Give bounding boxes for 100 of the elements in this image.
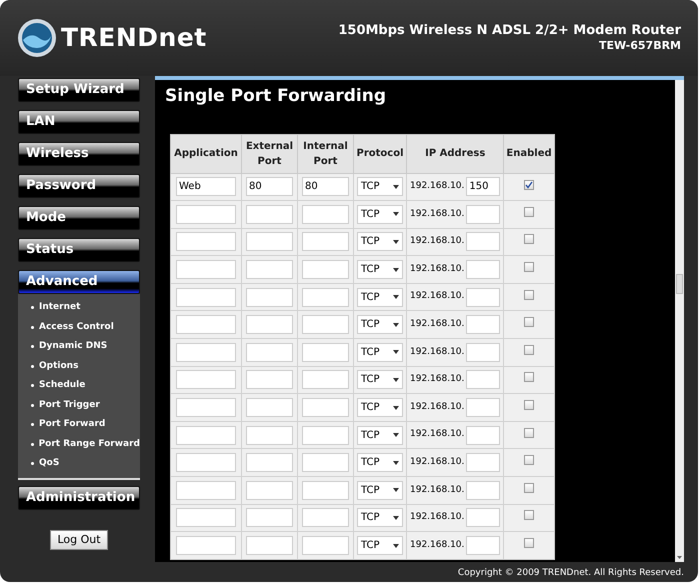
nav-button[interactable]: Status: [18, 238, 140, 262]
nav-button[interactable]: Advanced: [18, 270, 140, 294]
ip-suffix-field[interactable]: [466, 204, 500, 224]
internal-port-field[interactable]: [302, 398, 349, 418]
enabled-checkbox[interactable]: [524, 206, 534, 217]
protocol-dropdown[interactable]: TCP: [357, 260, 403, 280]
enabled-checkbox[interactable]: [524, 234, 534, 244]
enabled-checkbox[interactable]: [524, 262, 534, 272]
nav-button[interactable]: Wireless: [18, 142, 140, 166]
enabled-checkbox[interactable]: [524, 400, 534, 410]
application-field[interactable]: [176, 398, 236, 418]
submenu-link[interactable]: Internet: [39, 301, 80, 314]
internal-port-field[interactable]: [302, 260, 349, 280]
external-port-field[interactable]: 80: [246, 177, 293, 196]
submenu-link[interactable]: Options: [39, 360, 78, 373]
application-field[interactable]: [176, 480, 236, 500]
internal-port-field[interactable]: [302, 370, 349, 390]
enabled-checkbox[interactable]: [524, 455, 534, 466]
logout-button[interactable]: Log Out: [50, 530, 108, 550]
enabled-checkbox[interactable]: [524, 180, 534, 190]
scrollbar[interactable]: [675, 80, 684, 562]
external-port-field[interactable]: [246, 398, 293, 418]
external-port-field[interactable]: [246, 370, 293, 390]
external-port-field[interactable]: [246, 453, 293, 472]
protocol-dropdown[interactable]: TCP: [357, 315, 403, 334]
protocol-dropdown[interactable]: TCP: [357, 426, 403, 445]
external-port-field[interactable]: [246, 204, 293, 224]
external-port-field[interactable]: [246, 288, 293, 307]
enabled-checkbox[interactable]: [524, 510, 534, 520]
application-field[interactable]: [176, 370, 236, 390]
submenu-link[interactable]: QoS: [39, 457, 60, 470]
application-field[interactable]: [176, 342, 236, 362]
nav-button[interactable]: LAN: [18, 110, 140, 134]
ip-suffix-field[interactable]: [466, 453, 500, 472]
application-field[interactable]: Web: [176, 177, 236, 196]
application-field[interactable]: [176, 453, 236, 472]
ip-suffix-field[interactable]: [466, 508, 500, 528]
external-port-field[interactable]: [246, 426, 293, 445]
nav-button[interactable]: Administration: [18, 486, 140, 510]
nav-button[interactable]: Mode: [18, 206, 140, 230]
external-port-field[interactable]: [246, 508, 293, 528]
internal-port-field[interactable]: [302, 480, 349, 500]
external-port-field[interactable]: [246, 260, 293, 280]
protocol-dropdown[interactable]: TCP: [357, 480, 403, 500]
submenu-link[interactable]: Access Control: [39, 320, 114, 334]
enabled-checkbox[interactable]: [524, 290, 534, 300]
nav-button[interactable]: Setup Wizard: [18, 78, 140, 102]
application-field[interactable]: [176, 204, 236, 224]
external-port-field[interactable]: [246, 315, 293, 334]
submenu-link[interactable]: Dynamic DNS: [39, 340, 108, 354]
internal-port-field[interactable]: [302, 536, 349, 556]
nav-button[interactable]: Password: [18, 174, 140, 198]
enabled-checkbox[interactable]: [524, 317, 534, 328]
protocol-dropdown[interactable]: TCP: [357, 342, 403, 362]
internal-port-field[interactable]: 80: [302, 177, 349, 196]
protocol-dropdown[interactable]: TCP: [357, 177, 403, 196]
application-field[interactable]: [176, 426, 236, 445]
external-port-field[interactable]: [246, 536, 293, 556]
submenu-link[interactable]: Schedule: [39, 379, 86, 392]
ip-suffix-field[interactable]: 150: [466, 177, 500, 196]
ip-suffix-field[interactable]: [466, 342, 500, 362]
enabled-checkbox[interactable]: [524, 372, 534, 382]
submenu-link[interactable]: Port Trigger: [39, 398, 100, 412]
protocol-dropdown[interactable]: TCP: [357, 453, 403, 472]
protocol-dropdown[interactable]: TCP: [357, 536, 403, 556]
internal-port-field[interactable]: [302, 288, 349, 307]
internal-port-field[interactable]: [302, 342, 349, 362]
ip-suffix-field[interactable]: [466, 288, 500, 307]
ip-suffix-field[interactable]: [466, 315, 500, 334]
application-field[interactable]: [176, 315, 236, 334]
application-field[interactable]: [176, 232, 236, 252]
scroll-down-icon[interactable]: [677, 556, 682, 559]
enabled-checkbox[interactable]: [524, 482, 534, 493]
enabled-checkbox[interactable]: [524, 428, 534, 438]
ip-suffix-field[interactable]: [466, 232, 500, 252]
ip-suffix-field[interactable]: [466, 370, 500, 390]
ip-suffix-field[interactable]: [466, 260, 500, 280]
external-port-field[interactable]: [246, 232, 293, 252]
application-field[interactable]: [176, 508, 236, 528]
internal-port-field[interactable]: [302, 315, 349, 334]
protocol-dropdown[interactable]: TCP: [357, 370, 403, 390]
ip-suffix-field[interactable]: [466, 536, 500, 556]
protocol-dropdown[interactable]: TCP: [357, 288, 403, 307]
external-port-field[interactable]: [246, 342, 293, 362]
scroll-thumb[interactable]: [676, 274, 683, 294]
ip-suffix-field[interactable]: [466, 480, 500, 500]
internal-port-field[interactable]: [302, 508, 349, 528]
application-field[interactable]: [176, 536, 236, 556]
application-field[interactable]: [176, 260, 236, 280]
internal-port-field[interactable]: [302, 426, 349, 445]
internal-port-field[interactable]: [302, 232, 349, 252]
protocol-dropdown[interactable]: TCP: [357, 232, 403, 252]
protocol-dropdown[interactable]: TCP: [357, 508, 403, 528]
internal-port-field[interactable]: [302, 453, 349, 472]
submenu-link[interactable]: Port Forward: [39, 418, 106, 432]
ip-suffix-field[interactable]: [466, 426, 500, 445]
protocol-dropdown[interactable]: TCP: [357, 204, 403, 224]
enabled-checkbox[interactable]: [524, 538, 534, 548]
ip-suffix-field[interactable]: [466, 398, 500, 418]
protocol-dropdown[interactable]: TCP: [357, 398, 403, 418]
